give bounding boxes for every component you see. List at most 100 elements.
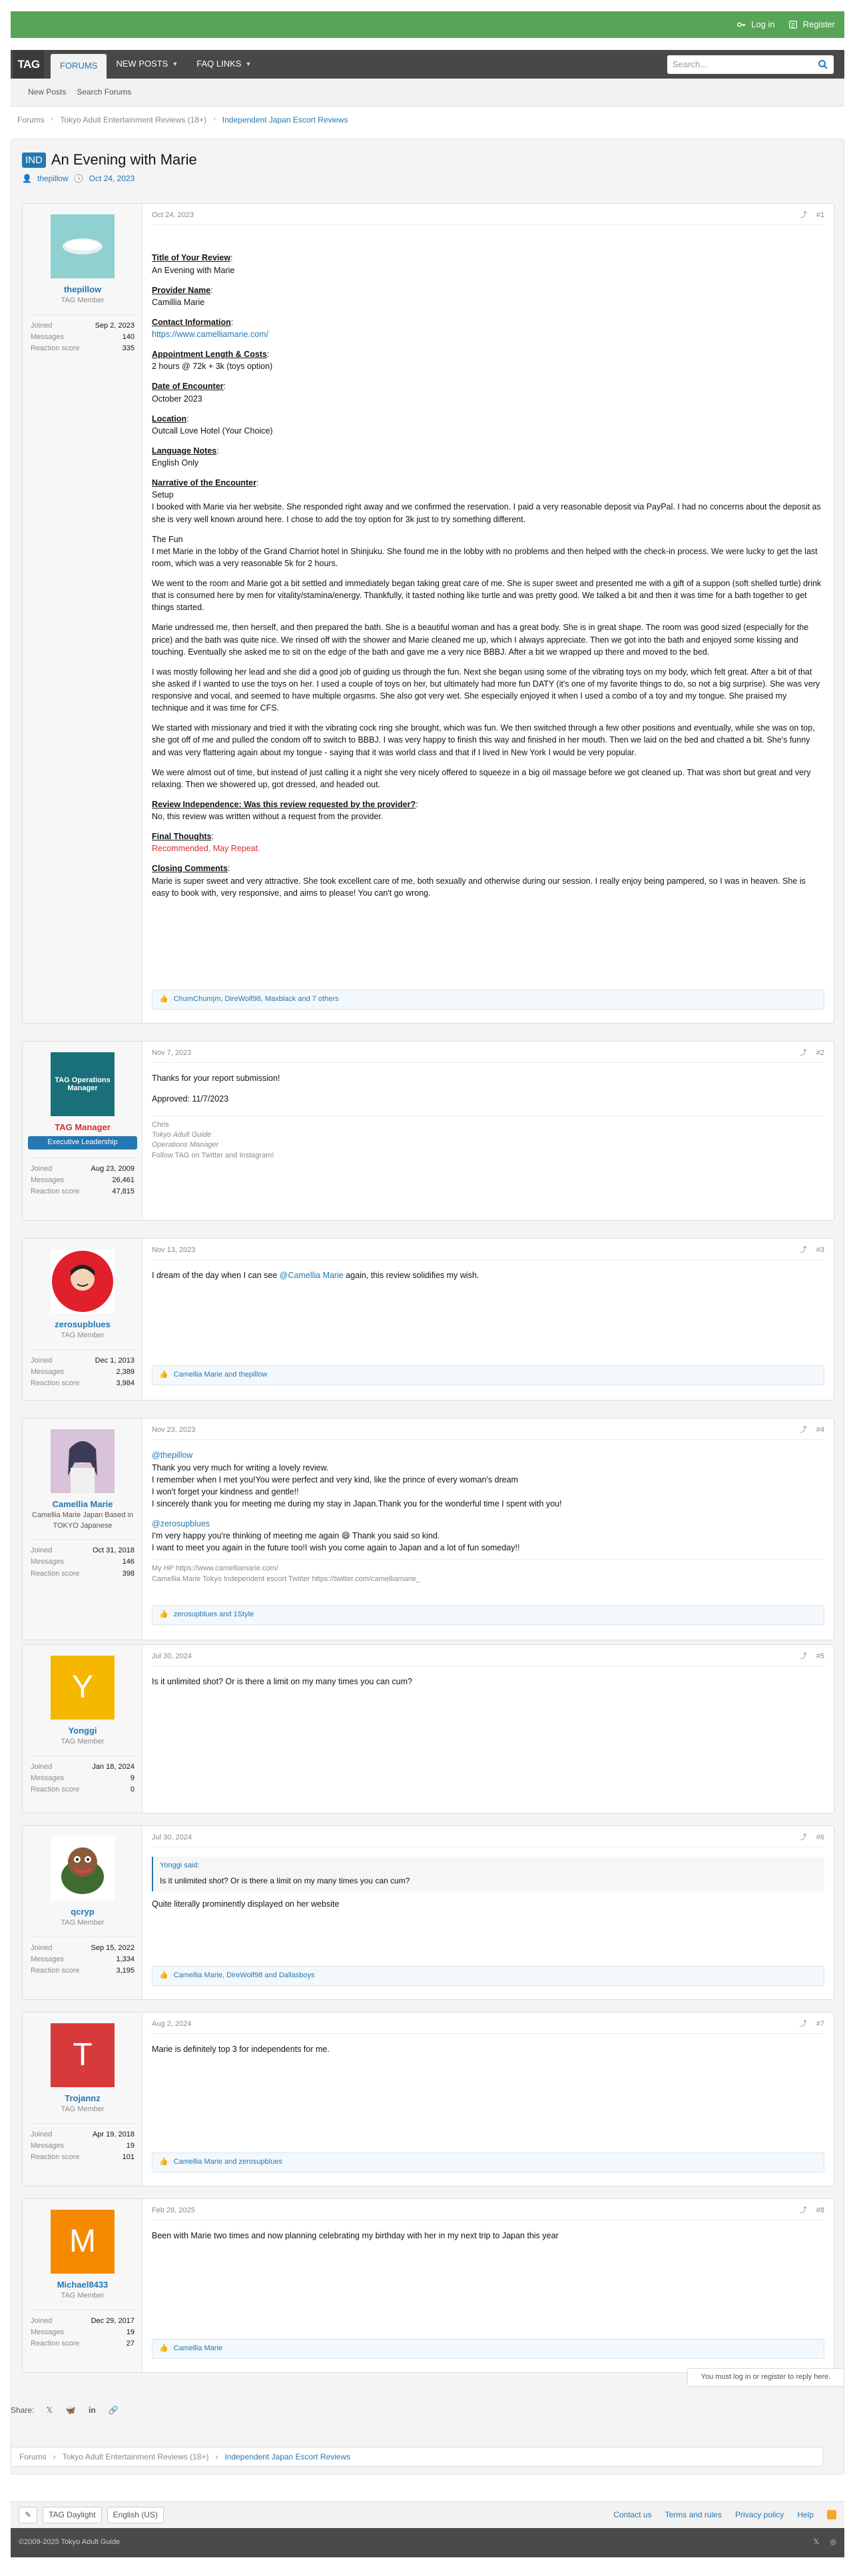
reactions-list[interactable]: Camellia Marie, DireWolf98 and Dallasboy…: [174, 1971, 315, 1981]
footer-contact[interactable]: Contact us: [613, 2509, 651, 2521]
user-mention[interactable]: @zerosupblues: [152, 1519, 210, 1528]
username[interactable]: zerosupblues: [27, 1319, 139, 1331]
post-date[interactable]: Aug 2, 2024: [152, 2019, 191, 2029]
reactions-list[interactable]: zerosupblues and 1Style: [174, 1610, 254, 1620]
share-icon[interactable]: ⤴: [800, 2206, 807, 2216]
post-date[interactable]: Oct 24, 2023: [152, 210, 194, 220]
search-button[interactable]: [815, 57, 831, 72]
chevron-down-icon[interactable]: ▼: [172, 60, 178, 69]
post-date[interactable]: Feb 28, 2025: [152, 2206, 195, 2216]
tab-forums[interactable]: FORUMS: [51, 54, 107, 79]
avatar[interactable]: [51, 214, 115, 278]
post-number[interactable]: #5: [816, 1652, 824, 1662]
share-icon[interactable]: ⤴: [800, 210, 807, 220]
quote-block[interactable]: Yonggi said: Is it unlimited shot? Or is…: [152, 1857, 824, 1891]
sig-line[interactable]: Camellia Marie Tokyo Independent escort …: [152, 1574, 824, 1584]
breadcrumb-independent[interactable]: Independent Japan Escort Reviews: [224, 2451, 350, 2463]
reactions-list[interactable]: Camellia Marie: [174, 2344, 222, 2354]
reactions-bar[interactable]: 👍 ChumChum|m, DireWolf98, Maxblack and 7…: [152, 990, 824, 1010]
sig-line[interactable]: Follow TAG on Twitter and Instagram!: [152, 1151, 824, 1161]
username[interactable]: Camellia Marie: [27, 1498, 139, 1510]
link-icon[interactable]: 🔗: [107, 2404, 119, 2416]
post-number[interactable]: #7: [816, 2019, 824, 2029]
sig-line[interactable]: My HP https://www.camelliamarie.com/: [152, 1564, 824, 1574]
post-date[interactable]: Nov 13, 2023: [152, 1245, 195, 1255]
post-content: Marie is definitely top 3 for independen…: [152, 2043, 824, 2055]
post-date[interactable]: Nov 7, 2023: [152, 1048, 191, 1058]
avatar[interactable]: M: [51, 2210, 115, 2274]
reactions-list[interactable]: Camellia Marie and zerosupblues: [174, 2157, 282, 2167]
share-icon[interactable]: ⤴: [800, 1652, 807, 1662]
site-logo[interactable]: TAG: [13, 50, 44, 79]
footer-help[interactable]: Help: [797, 2509, 814, 2521]
post-date[interactable]: Nov 23, 2023: [152, 1425, 195, 1435]
tab-new-posts[interactable]: NEW POSTS ▼: [107, 50, 187, 79]
post-date[interactable]: Jul 30, 2024: [152, 1833, 192, 1843]
share-icon[interactable]: ⤴: [800, 1048, 807, 1058]
user-mention[interactable]: @thepillow: [152, 1450, 192, 1460]
reactions-bar[interactable]: 👍 Camellia Marie, DireWolf98 and Dallasb…: [152, 1966, 824, 1986]
login-to-reply-note[interactable]: You must log in or register to reply her…: [687, 2368, 844, 2387]
linkedin-icon[interactable]: in: [86, 2404, 98, 2416]
thread-author[interactable]: thepillow: [37, 173, 69, 184]
register-link[interactable]: Register: [788, 19, 835, 31]
reactions-bar[interactable]: 👍 Camellia Marie and zerosupblues: [152, 2152, 824, 2172]
username[interactable]: TAG Manager: [27, 1122, 139, 1133]
tab-faq-links[interactable]: FAQ LINKS ▼: [187, 50, 260, 79]
instagram-icon[interactable]: ◎: [830, 2537, 836, 2547]
thread-prefix[interactable]: IND: [22, 152, 46, 168]
avatar[interactable]: [51, 1837, 115, 1901]
subnav-search-forums[interactable]: Search Forums: [77, 87, 131, 98]
breadcrumb-forums[interactable]: Forums: [17, 115, 45, 126]
quote-header[interactable]: Yonggi said:: [160, 1861, 818, 1871]
reactions-list[interactable]: ChumChum|m, DireWolf98, Maxblack and 7 o…: [174, 994, 339, 1004]
language-chooser[interactable]: English (US): [107, 2507, 164, 2523]
post-number[interactable]: #3: [816, 1245, 824, 1255]
post-number[interactable]: #6: [816, 1833, 824, 1843]
reactions-bar[interactable]: 👍 zerosupblues and 1Style: [152, 1605, 824, 1625]
share-icon[interactable]: ⤴: [800, 1833, 807, 1843]
reactions-bar[interactable]: 👍 Camellia Marie: [152, 2339, 824, 2359]
style-chooser[interactable]: TAG Daylight: [43, 2507, 102, 2523]
username[interactable]: qcryp: [27, 1906, 139, 1918]
rss-icon[interactable]: [827, 2510, 836, 2520]
bluesky-icon[interactable]: 🦋: [65, 2404, 77, 2416]
share-icon[interactable]: ⤴: [800, 2019, 807, 2029]
breadcrumb-forums[interactable]: Forums: [19, 2451, 47, 2463]
post-number[interactable]: #4: [816, 1425, 824, 1435]
username[interactable]: Yonggi: [27, 1725, 139, 1737]
user-mention[interactable]: @Camellia Marie: [280, 1271, 344, 1280]
username[interactable]: Trojannz: [27, 2093, 139, 2104]
avatar[interactable]: [51, 1429, 115, 1493]
key-icon: [737, 22, 746, 27]
avatar[interactable]: TAG Operations Manager: [51, 1052, 115, 1116]
username[interactable]: Michael8433: [27, 2279, 139, 2291]
thread-date[interactable]: Oct 24, 2023: [89, 173, 135, 184]
login-link[interactable]: Log in: [736, 19, 775, 31]
breadcrumb-independent[interactable]: Independent Japan Escort Reviews: [222, 115, 348, 126]
footer-privacy[interactable]: Privacy policy: [735, 2509, 784, 2521]
post-number[interactable]: #8: [816, 2206, 824, 2216]
style-edit-button[interactable]: ✎: [19, 2507, 38, 2523]
breadcrumb-tokyo-reviews[interactable]: Tokyo Adult Entertainment Reviews (18+): [63, 2451, 209, 2463]
x-icon[interactable]: 𝕏: [43, 2404, 55, 2416]
reactions-bar[interactable]: 👍 Camellia Marie and thepillow: [152, 1365, 824, 1385]
username[interactable]: thepillow: [27, 284, 139, 296]
x-icon[interactable]: 𝕏: [814, 2537, 820, 2547]
share-icon[interactable]: ⤴: [800, 1425, 807, 1435]
share-icon[interactable]: ⤴: [800, 1245, 807, 1255]
signature: Chris Tokyo Adult Guide Operations Manag…: [152, 1115, 824, 1161]
footer-terms[interactable]: Terms and rules: [665, 2509, 722, 2521]
post-number[interactable]: #1: [816, 210, 824, 220]
search-input[interactable]: Search...: [667, 55, 834, 74]
reactions-list[interactable]: Camellia Marie and thepillow: [174, 1370, 268, 1380]
avatar[interactable]: [51, 1249, 115, 1313]
contact-link[interactable]: https://www.camelliamarie.com/: [152, 330, 268, 339]
chevron-down-icon[interactable]: ▼: [245, 60, 251, 69]
breadcrumb-tokyo-reviews[interactable]: Tokyo Adult Entertainment Reviews (18+): [60, 115, 206, 126]
avatar[interactable]: T: [51, 2023, 115, 2087]
post-number[interactable]: #2: [816, 1048, 824, 1058]
post-date[interactable]: Jul 30, 2024: [152, 1652, 192, 1662]
avatar[interactable]: Y: [51, 1656, 115, 1720]
subnav-new-posts[interactable]: New Posts: [28, 87, 66, 98]
